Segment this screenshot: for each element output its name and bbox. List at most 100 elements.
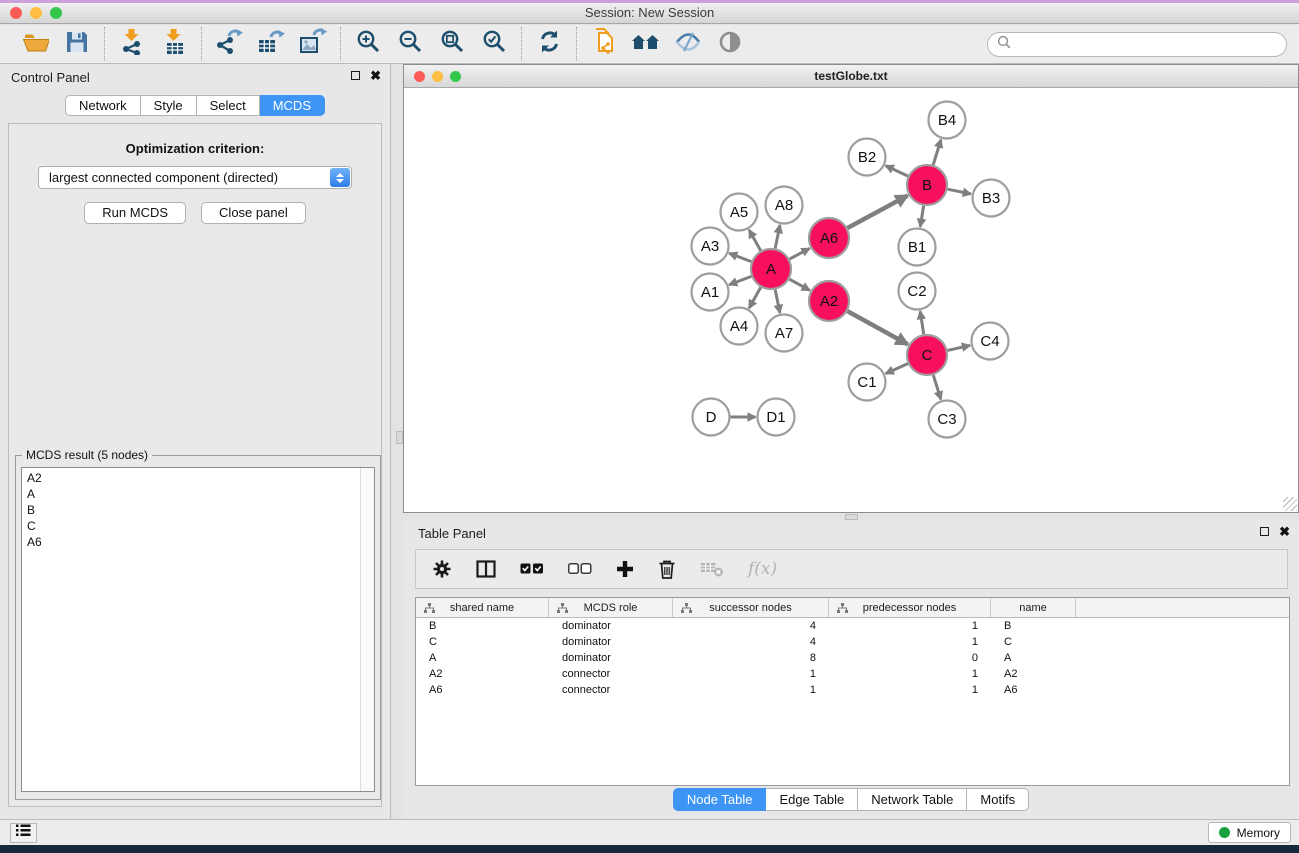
table-cell[interactable]: dominator <box>549 636 673 648</box>
table-cell[interactable]: 1 <box>829 668 991 680</box>
graph-edge-A-A1[interactable] <box>729 276 751 284</box>
table-cell[interactable]: A <box>416 652 549 664</box>
close-window-button[interactable] <box>10 7 22 19</box>
hide-edges-button[interactable] <box>671 29 705 59</box>
close-table-panel-icon[interactable]: ✖ <box>1279 527 1290 536</box>
float-table-panel-icon[interactable] <box>1260 527 1269 536</box>
graph-node-D1[interactable]: D1 <box>758 399 795 436</box>
graph-node-A5[interactable]: A5 <box>721 194 758 231</box>
graph-node-C3[interactable]: C3 <box>929 401 966 438</box>
tab-style[interactable]: Style <box>141 95 197 116</box>
graph-edge-C-C3[interactable] <box>933 375 941 399</box>
import-table-button[interactable] <box>157 29 191 59</box>
table-cell[interactable]: C <box>991 636 1076 648</box>
memory-button[interactable]: Memory <box>1208 822 1291 843</box>
graph-node-A7[interactable]: A7 <box>766 315 803 352</box>
table-cell[interactable]: dominator <box>549 620 673 632</box>
result-list-scrollbar[interactable] <box>360 468 374 791</box>
graph-edge-C-C1[interactable] <box>886 364 908 374</box>
table-cell[interactable]: C <box>416 636 549 648</box>
graph-node-D[interactable]: D <box>693 399 730 436</box>
table-cell[interactable]: 4 <box>673 636 829 648</box>
table-cell[interactable]: A2 <box>416 668 549 680</box>
houses-button[interactable] <box>629 29 663 59</box>
graph-edge-A-A7[interactable] <box>775 290 780 313</box>
gear-button[interactable] <box>432 559 452 579</box>
add-column-button[interactable] <box>616 560 634 578</box>
table-row[interactable]: A2connector11A2 <box>416 666 1289 682</box>
zoom-fit-button[interactable] <box>435 29 469 59</box>
graph-edge-C-C4[interactable] <box>947 345 969 350</box>
graph-node-C1[interactable]: C1 <box>849 364 886 401</box>
clone-network-button[interactable] <box>587 29 621 59</box>
zoom-selected-button[interactable] <box>477 29 511 59</box>
graph-node-A8[interactable]: A8 <box>766 187 803 224</box>
table-cell[interactable]: 4 <box>673 620 829 632</box>
table-cell[interactable]: 0 <box>829 652 991 664</box>
table-cell[interactable]: dominator <box>549 652 673 664</box>
table-cell[interactable]: 1 <box>829 684 991 696</box>
graph-node-C[interactable]: C <box>907 335 947 375</box>
tab-motifs[interactable]: Motifs <box>967 788 1029 811</box>
column-header[interactable]: name <box>991 598 1076 617</box>
graph-node-A3[interactable]: A3 <box>692 228 729 265</box>
tab-edge-table[interactable]: Edge Table <box>766 788 858 811</box>
network-close-button[interactable] <box>414 71 425 82</box>
zoom-window-button[interactable] <box>50 7 62 19</box>
run-mcds-button[interactable]: Run MCDS <box>84 202 186 224</box>
search-field[interactable] <box>987 32 1287 57</box>
export-table-button[interactable] <box>254 29 288 59</box>
table-row[interactable]: Cdominator41C <box>416 634 1289 650</box>
function-builder-icon[interactable]: f(x) <box>748 559 777 579</box>
graph-node-B3[interactable]: B3 <box>973 180 1010 217</box>
table-cell[interactable]: 1 <box>829 636 991 648</box>
graph-edge-B-B3[interactable] <box>948 189 971 194</box>
graph-edge-A-A2[interactable] <box>789 279 809 290</box>
tab-select[interactable]: Select <box>197 95 260 116</box>
refresh-button[interactable] <box>532 29 566 59</box>
graph-edge-A-A6[interactable] <box>790 248 810 259</box>
zoom-out-button[interactable] <box>393 29 427 59</box>
table-cell[interactable]: A6 <box>991 684 1076 696</box>
table-cell[interactable]: 1 <box>829 620 991 632</box>
network-minimize-button[interactable] <box>432 71 443 82</box>
table-row[interactable]: Adominator80A <box>416 650 1289 666</box>
mcds-result-item[interactable]: A <box>27 486 355 502</box>
graph-edge-B-B4[interactable] <box>933 140 941 165</box>
table-cell[interactable]: A <box>991 652 1076 664</box>
minimize-window-button[interactable] <box>30 7 42 19</box>
select-all-button[interactable] <box>520 563 544 575</box>
zoom-in-button[interactable] <box>351 29 385 59</box>
network-zoom-button[interactable] <box>450 71 461 82</box>
mcds-result-item[interactable]: A2 <box>27 470 355 486</box>
table-row[interactable]: Bdominator41B <box>416 618 1289 634</box>
graph-edge-A-A3[interactable] <box>729 253 751 261</box>
splitter-handle-left[interactable] <box>396 431 403 444</box>
graph-node-A6[interactable]: A6 <box>809 218 849 258</box>
gray-eye-button[interactable] <box>713 29 747 59</box>
column-header[interactable]: shared name <box>416 598 549 617</box>
close-panel-button[interactable]: Close panel <box>201 202 306 224</box>
window-resize-grip[interactable] <box>1283 497 1297 511</box>
graph-edge-A-A4[interactable] <box>749 287 761 308</box>
unselect-all-button[interactable] <box>568 563 592 575</box>
graph-node-A4[interactable]: A4 <box>721 308 758 345</box>
column-header[interactable]: successor nodes <box>673 598 829 617</box>
column-view-button[interactable] <box>476 560 496 578</box>
table-cell[interactable]: 1 <box>673 668 829 680</box>
open-session-button[interactable] <box>18 29 52 59</box>
mcds-result-item[interactable]: B <box>27 502 355 518</box>
import-network-button[interactable] <box>115 29 149 59</box>
column-header[interactable]: MCDS role <box>549 598 673 617</box>
export-network-button[interactable] <box>212 29 246 59</box>
graph-edge-B-B1[interactable] <box>920 206 923 227</box>
graph-edge-C-C2[interactable] <box>920 311 924 334</box>
mcds-result-item[interactable]: A6 <box>27 534 355 550</box>
graph-edge-A-A5[interactable] <box>749 230 761 251</box>
graph-node-B2[interactable]: B2 <box>849 139 886 176</box>
table-cell[interactable]: connector <box>549 684 673 696</box>
table-cell[interactable]: connector <box>549 668 673 680</box>
graph-node-A2[interactable]: A2 <box>809 281 849 321</box>
task-history-button[interactable] <box>10 823 37 843</box>
save-session-button[interactable] <box>60 29 94 59</box>
